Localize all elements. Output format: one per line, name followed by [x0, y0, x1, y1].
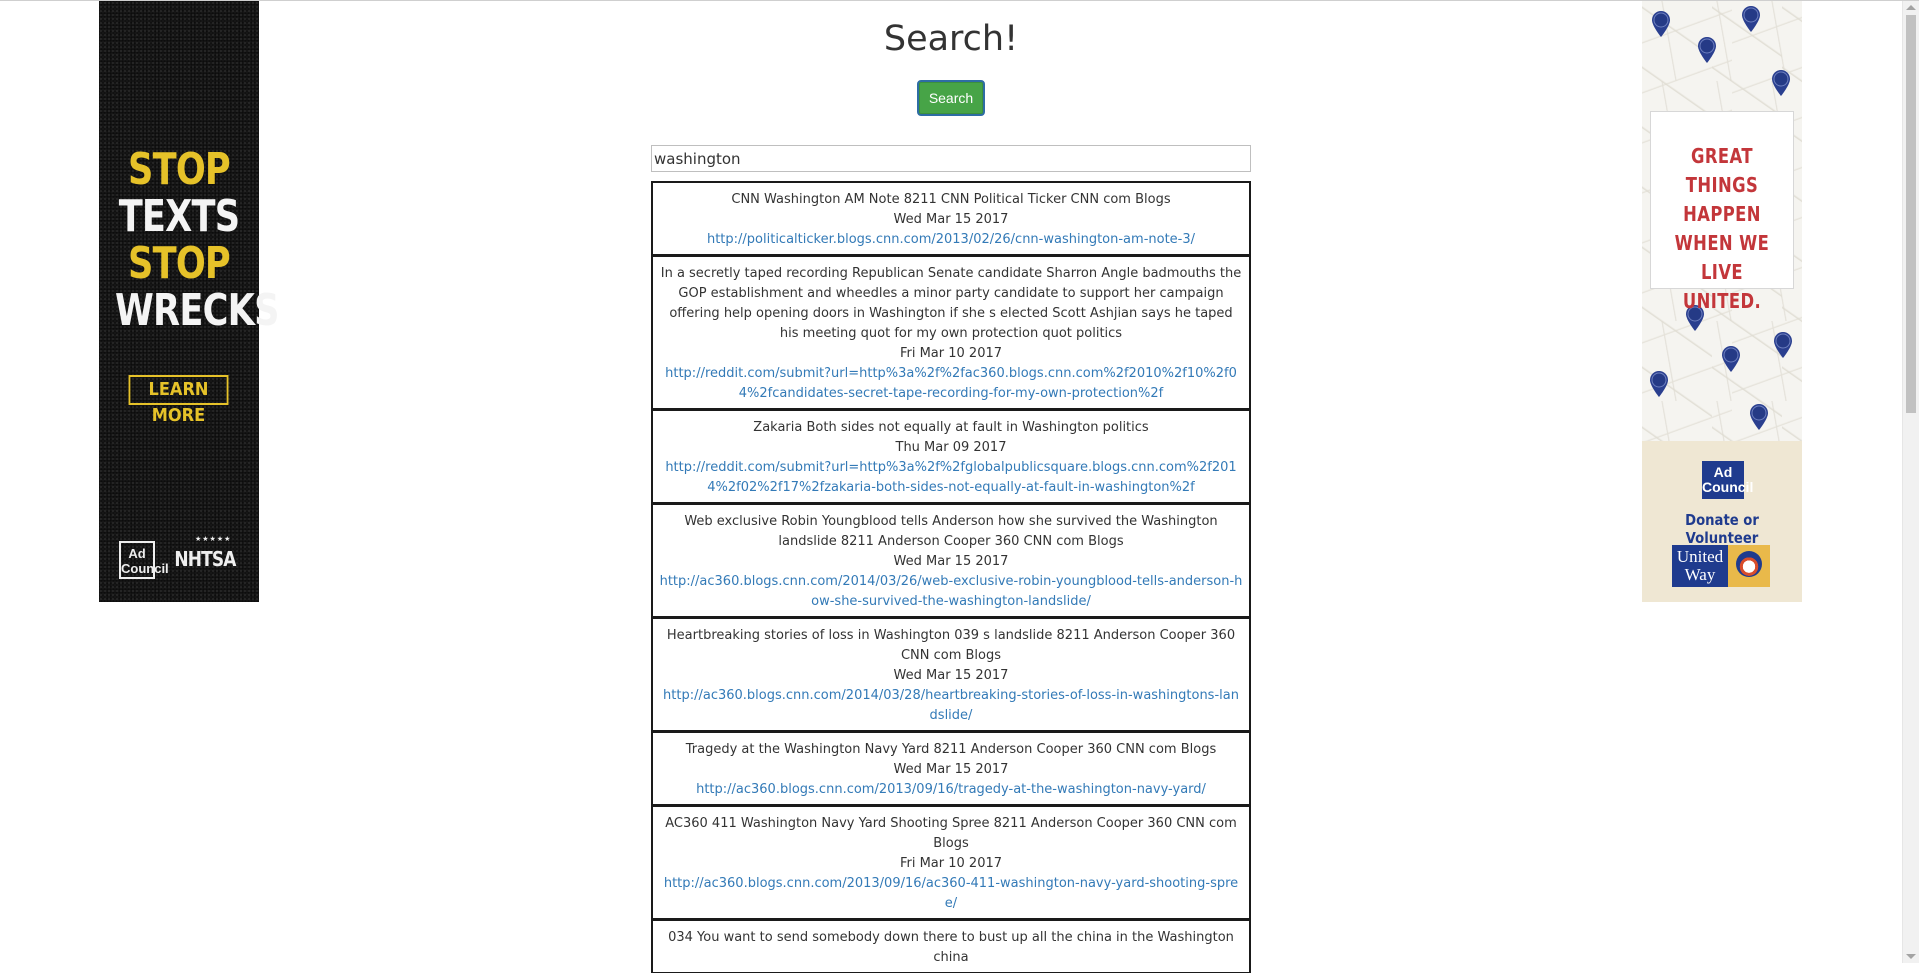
- results-list: CNN Washington AM Note 8211 CNN Politica…: [651, 181, 1251, 973]
- ad-banner-right[interactable]: GREAT THINGS HAPPEN WHEN WE LIVE UNITED.…: [1642, 1, 1802, 602]
- map-pin-icon: [1720, 345, 1742, 373]
- result-link[interactable]: http://ac360.blogs.cnn.com/2014/03/28/he…: [659, 686, 1243, 726]
- result-title: Web exclusive Robin Youngblood tells And…: [684, 514, 1218, 549]
- map-pin-icon: [1696, 36, 1718, 64]
- result-title: CNN Washington AM Note 8211 CNN Politica…: [731, 192, 1171, 207]
- result-link[interactable]: http://ac360.blogs.cnn.com/2013/09/16/ac…: [659, 874, 1243, 914]
- ad-right-line: GREAT THINGS: [1685, 144, 1759, 197]
- result-item: Heartbreaking stories of loss in Washing…: [651, 617, 1251, 731]
- map-pin-icon: [1650, 10, 1672, 38]
- result-item: CNN Washington AM Note 8211 CNN Politica…: [651, 181, 1251, 255]
- scroll-down-arrow-icon[interactable]: [1906, 954, 1916, 959]
- result-link[interactable]: http://politicalticker.blogs.cnn.com/201…: [659, 230, 1243, 250]
- ad-council-logo: Ad Council: [1702, 461, 1753, 499]
- result-item: 034 You want to send somebody down there…: [651, 919, 1251, 973]
- result-date: Wed Mar 15 2017: [893, 668, 1009, 683]
- result-item: In a secretly taped recording Republican…: [651, 255, 1251, 409]
- vertical-scrollbar[interactable]: [1902, 1, 1919, 963]
- page: STOP TEXTS STOP WRECKS LEARN MORE Ad Coun…: [0, 1, 1902, 973]
- donate-or-volunteer-link[interactable]: Donate or Volunteer: [1652, 511, 1793, 547]
- result-link[interactable]: http://ac360.blogs.cnn.com/2014/03/26/we…: [659, 572, 1243, 612]
- result-title: Tragedy at the Washington Navy Yard 8211…: [685, 742, 1217, 757]
- ad-right-line: WHEN WE: [1674, 231, 1770, 255]
- map-pin-icon: [1772, 331, 1794, 359]
- result-link[interactable]: http://reddit.com/submit?url=http%3a%2f%…: [659, 364, 1243, 404]
- united-way-hand-icon: [1728, 545, 1770, 587]
- result-item: AC360 411 Washington Navy Yard Shooting …: [651, 805, 1251, 919]
- map-pin-icon: [1740, 5, 1762, 33]
- result-date: Wed Mar 15 2017: [893, 212, 1009, 227]
- result-item: Zakaria Both sides not equally at fault …: [651, 409, 1251, 503]
- ad-right-footer: Ad Council Donate or Volunteer United Way: [1642, 441, 1802, 602]
- ad-right-message: GREAT THINGS HAPPEN WHEN WE LIVE UNITED.: [1650, 111, 1794, 313]
- result-item: Web exclusive Robin Youngblood tells And…: [651, 503, 1251, 617]
- result-date: Thu Mar 09 2017: [895, 440, 1007, 455]
- result-date: Wed Mar 15 2017: [893, 554, 1009, 569]
- map-pin-icon: [1748, 403, 1770, 431]
- result-item: Tragedy at the Washington Navy Yard 8211…: [651, 731, 1251, 805]
- ad-left-line4: WRECKS: [115, 285, 279, 336]
- result-title: Zakaria Both sides not equally at fault …: [753, 420, 1149, 435]
- ad-left-logos: Ad Council ★★★★★ NHTSA: [119, 536, 241, 581]
- page-title: Search!: [883, 19, 1019, 59]
- ad-right-line: LIVE UNITED.: [1682, 260, 1762, 313]
- ad-banner-left[interactable]: STOP TEXTS STOP WRECKS LEARN MORE Ad Coun…: [99, 1, 279, 602]
- search-input[interactable]: [651, 145, 1251, 172]
- ad-left-line1: STOP: [128, 144, 231, 195]
- united-way-wordmark: United Way: [1672, 545, 1728, 587]
- result-title: 034 You want to send somebody down there…: [668, 930, 1234, 965]
- scrollbar-thumb[interactable]: [1906, 15, 1916, 413]
- map-pin-icon: [1770, 69, 1792, 97]
- stars-icon: ★★★★★: [195, 536, 232, 543]
- result-title: In a secretly taped recording Republican…: [660, 266, 1242, 341]
- result-title: Heartbreaking stories of loss in Washing…: [666, 628, 1236, 663]
- united-way-logo: United Way: [1672, 545, 1770, 587]
- ad-council-logo: Ad Council: [119, 541, 169, 579]
- ad-left-line3: STOP: [128, 238, 231, 289]
- map-pin-icon: [1648, 370, 1670, 398]
- ad-left-headline: STOP TEXTS STOP WRECKS: [99, 144, 279, 336]
- ad-left-line2: TEXTS: [118, 191, 240, 242]
- result-title: AC360 411 Washington Navy Yard Shooting …: [665, 816, 1237, 851]
- result-date: Wed Mar 15 2017: [893, 762, 1009, 777]
- search-button[interactable]: Search: [917, 80, 985, 116]
- scroll-up-arrow-icon[interactable]: [1906, 5, 1916, 10]
- result-date: Fri Mar 10 2017: [899, 856, 1003, 871]
- nhtsa-logo: NHTSA: [174, 547, 236, 571]
- result-link[interactable]: http://ac360.blogs.cnn.com/2013/09/16/tr…: [659, 780, 1243, 800]
- result-date: Fri Mar 10 2017: [899, 346, 1003, 361]
- result-link[interactable]: http://reddit.com/submit?url=http%3a%2f%…: [659, 458, 1243, 498]
- learn-more-button[interactable]: LEARN MORE: [128, 375, 229, 426]
- ad-right-line: HAPPEN: [1683, 202, 1761, 226]
